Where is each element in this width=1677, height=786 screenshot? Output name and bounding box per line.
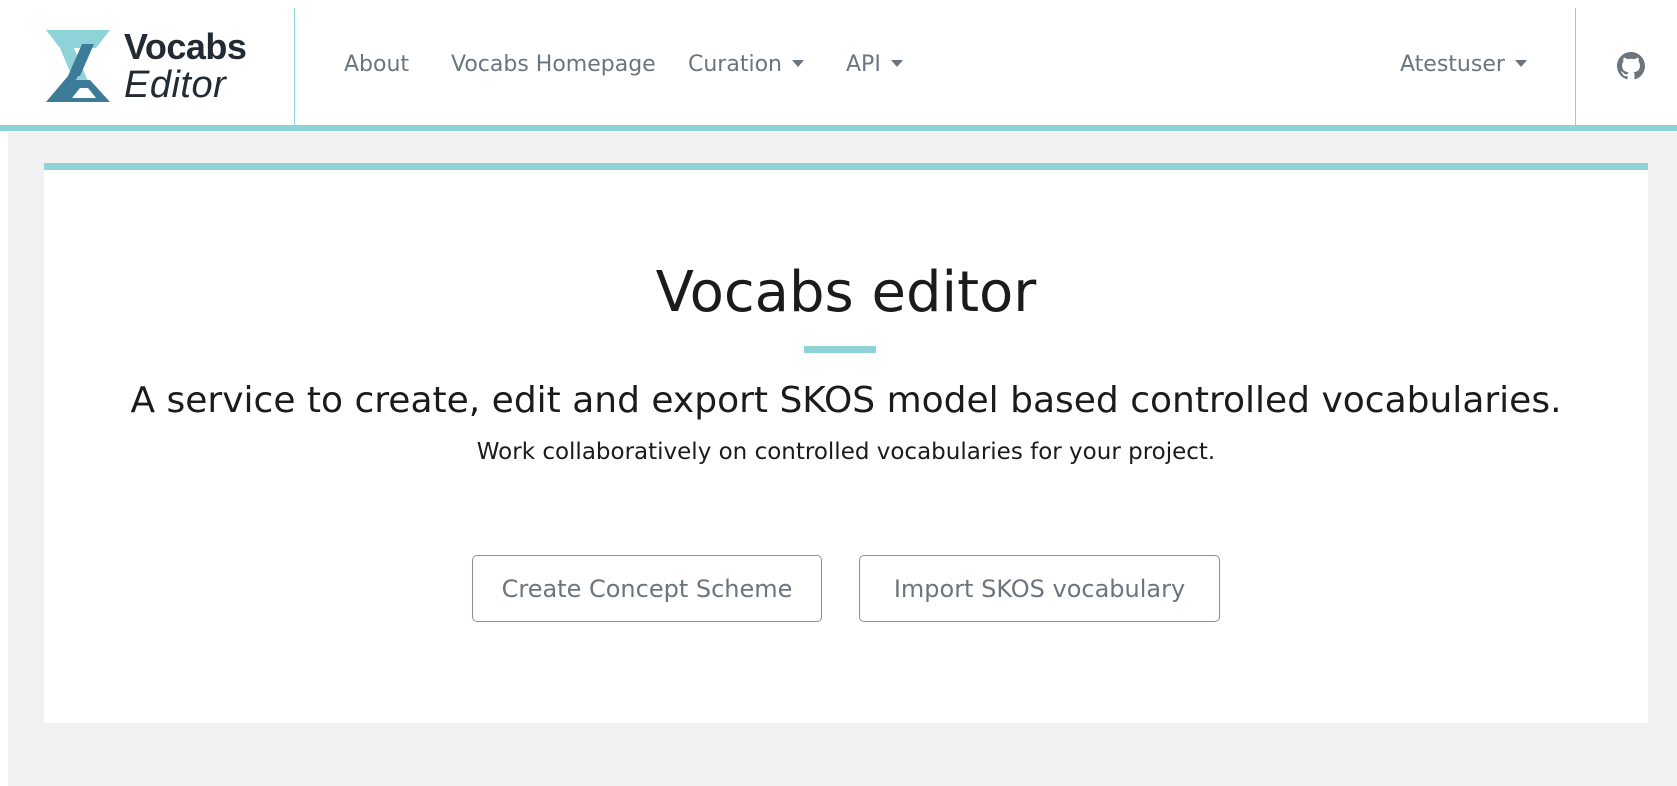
brand-name: Vocabs Editor: [124, 26, 247, 106]
page-tagline: Work collaboratively on controlled vocab…: [476, 439, 1216, 465]
hero-card: Vocabs editor A service to create, edit …: [44, 163, 1648, 723]
title-underline: [804, 346, 876, 353]
nav-vocabs-homepage-link[interactable]: Vocabs Homepage: [451, 52, 656, 77]
nav-about-link[interactable]: About: [344, 52, 409, 77]
create-concept-scheme-button[interactable]: Create Concept Scheme: [472, 555, 822, 622]
brand-home-link[interactable]: Vocabs Editor: [44, 26, 254, 106]
user-name-label: Atestuser: [1400, 52, 1505, 77]
import-skos-vocabulary-button[interactable]: Import SKOS vocabulary: [859, 555, 1220, 622]
brand-line-1: Vocabs: [124, 26, 247, 67]
vocabs-logo-icon: [46, 30, 110, 102]
chevron-down-icon: [791, 60, 804, 67]
navbar-divider-left: [294, 8, 295, 126]
github-icon[interactable]: [1617, 52, 1645, 80]
page-title: Vocabs editor: [655, 260, 1037, 325]
nav-api-dropdown[interactable]: API: [846, 52, 903, 77]
chevron-down-icon: [890, 60, 903, 67]
user-menu-dropdown[interactable]: Atestuser: [1400, 52, 1527, 77]
chevron-down-icon: [1514, 60, 1527, 67]
brand-line-2: Editor: [124, 64, 227, 106]
nav-curation-label: Curation: [688, 52, 782, 77]
nav-curation-dropdown[interactable]: Curation: [688, 52, 804, 77]
nav-api-label: API: [846, 52, 881, 77]
navbar-divider-right: [1575, 8, 1576, 126]
top-navbar: Vocabs Editor About Vocabs Homepage Cura…: [0, 0, 1677, 131]
page-subtitle: A service to create, edit and export SKO…: [130, 380, 1562, 421]
